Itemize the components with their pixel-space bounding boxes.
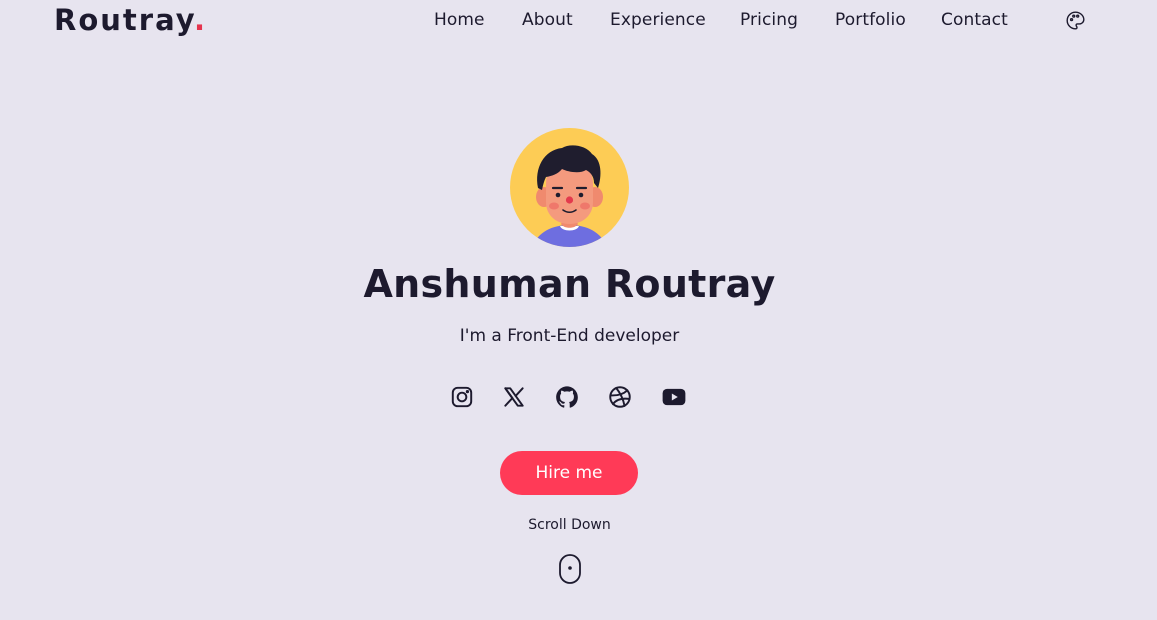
nav-item-home[interactable]: Home: [434, 10, 485, 30]
hero-subtitle: I'm a Front-End developer: [459, 326, 680, 346]
logo-text: Routray: [54, 3, 194, 37]
logo-dot: .: [193, 3, 208, 37]
avatar: [510, 128, 629, 247]
nav-item-about[interactable]: About: [522, 10, 573, 30]
nav-item-experience[interactable]: Experience: [610, 10, 706, 30]
nav-item-portfolio[interactable]: Portfolio: [835, 10, 906, 30]
page: Routray. Home About Experience Pricing P…: [0, 0, 1157, 620]
scroll-down-label: Scroll Down: [528, 517, 611, 533]
nav-item-contact[interactable]: Contact: [941, 10, 1008, 30]
instagram-icon[interactable]: [449, 384, 475, 410]
hero-name: Anshuman Routray: [363, 262, 776, 306]
github-icon[interactable]: [554, 384, 580, 410]
dribbble-icon[interactable]: [607, 384, 633, 410]
hire-me-button[interactable]: Hire me: [500, 451, 638, 495]
site-logo[interactable]: Routray.: [54, 3, 207, 37]
x-twitter-icon[interactable]: [501, 384, 527, 410]
palette-icon[interactable]: [1065, 10, 1086, 31]
site-header: Routray. Home About Experience Pricing P…: [0, 0, 1157, 42]
nav-item-pricing[interactable]: Pricing: [740, 10, 798, 30]
youtube-icon[interactable]: [661, 384, 687, 410]
mouse-icon[interactable]: [558, 553, 582, 585]
